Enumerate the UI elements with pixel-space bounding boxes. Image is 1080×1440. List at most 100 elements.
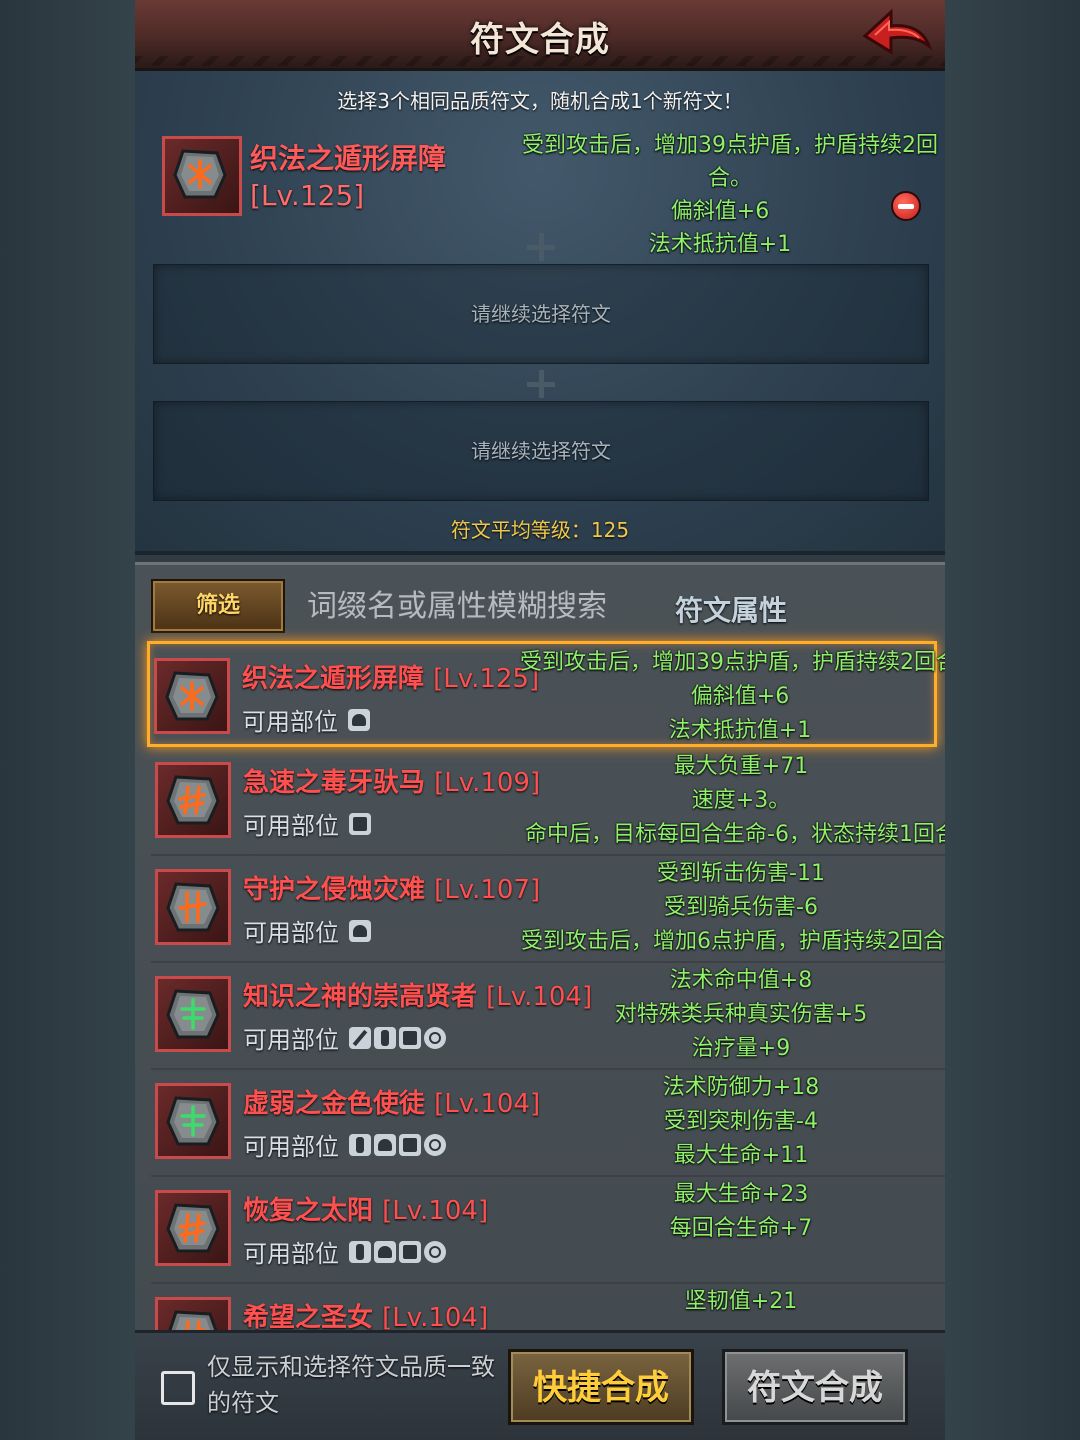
filter-button[interactable]: 筛选 [151, 579, 285, 633]
slot-helm-icon [374, 1240, 396, 1263]
rune-name: 希望之圣女 [243, 1303, 374, 1333]
selected-rune-attr: 偏斜值+6 [670, 199, 770, 224]
rune-icon [155, 1190, 231, 1266]
bottom-bar: 仅显示和选择符文品质一致的符文 快捷合成 符文合成 [135, 1330, 945, 1440]
rune-star-icon [165, 671, 219, 721]
empty-rune-slot[interactable]: 请继续选择符文 [153, 264, 929, 364]
rune-attribute: 最大负重+71 [673, 754, 809, 779]
rune-name: 急速之毒牙驮马 [243, 768, 426, 798]
rune-attributes: 最大负重+71 速度+3。 命中后，目标每回合生命-6，状态持续1回合 [521, 750, 945, 852]
rune-hash-icon [166, 882, 220, 932]
slot-armor-icon [399, 1240, 421, 1263]
rune-name: 虚弱之金色使徒 [243, 1089, 426, 1119]
rune-attribute: 每回合生命+7 [669, 1216, 813, 1241]
rune-list-row[interactable]: 急速之毒牙驮马 [Lv.109] 可用部位 最大负重+71 速度+3。 命中后，目标… [151, 748, 945, 856]
slot-helm-icon [349, 919, 371, 942]
rune-cross-icon [166, 1096, 220, 1146]
back-button[interactable] [861, 6, 933, 62]
slot-label: 可用部位 [243, 1026, 339, 1054]
rune-title: 希望之圣女 [Lv.104] [243, 1297, 488, 1333]
rune-attributes: 坚韧值+21 [521, 1285, 945, 1319]
rune-attribute: 最大生命+11 [673, 1143, 809, 1168]
rune-attribute: 最大生命+23 [673, 1182, 809, 1207]
attributes-header: 符文属性 [675, 594, 788, 627]
rune-attributes: 法术防御力+18 受到突刺伤害-4 最大生命+11 [521, 1071, 945, 1173]
empty-slot-text: 请继续选择符文 [471, 439, 611, 463]
average-level: 符文平均等级：125 [450, 518, 630, 542]
slot-helm-icon [348, 708, 370, 731]
slot-label: 可用部位 [243, 1240, 339, 1268]
rune-slots: 可用部位 [242, 702, 373, 737]
slot-label: 可用部位 [243, 812, 339, 840]
rune-icon [155, 762, 231, 838]
rune-attributes: 法术命中值+8 对特殊类兵种真实伤害+5 治疗量+9 [521, 964, 945, 1066]
rune-icon [155, 976, 231, 1052]
rune-title: 织法之遁形屏障 [Lv.125] [242, 658, 539, 695]
rune-level: [Lv.104] [382, 1196, 489, 1226]
rune-icon [155, 869, 231, 945]
rune-icon [155, 1297, 231, 1333]
rune-attributes: 受到斩击伤害-11 受到骑兵伤害-6 受到攻击后，增加6点护盾，护盾持续2回合。 [521, 857, 945, 959]
rune-title: 虚弱之金色使徒 [Lv.104] [243, 1083, 540, 1120]
rune-attribute: 受到斩击伤害-11 [657, 861, 825, 886]
rune-synth-button[interactable]: 符文合成 [722, 1349, 908, 1425]
search-input[interactable] [295, 579, 645, 633]
synthesis-panel: 选择3个相同品质符文，随机合成1个新符文！ 织法之遁形屏障 [Lv.125] 受… [135, 71, 945, 555]
rune-name: 织法之遁形屏障 [242, 664, 425, 694]
background-left [0, 0, 135, 1440]
slot-shield-icon [424, 1133, 446, 1156]
rune-list-row[interactable]: 织法之遁形屏障 [Lv.125] 可用部位 受到攻击后，增加39点护盾，护盾持续… [147, 641, 945, 747]
rune-list-row[interactable]: 知识之神的崇高贤者 [Lv.104] 可用部位 法术命中值+8 对特殊类兵种真实伤… [151, 962, 945, 1070]
rune-list-panel: 筛选 符文属性 织法之遁形屏障 [Lv.125] 可用部位 受到攻击后，增加39… [135, 562, 945, 1333]
rune-slots: 可用部位 [243, 1020, 449, 1055]
rune-title: 恢复之太阳 [Lv.104] [243, 1190, 488, 1227]
rune-slots: 可用部位 [243, 1234, 449, 1269]
rune-list-row[interactable]: 守护之侵蚀灾难 [Lv.107] 可用部位 受到斩击伤害-11 受到骑兵伤害-6 受… [151, 855, 945, 963]
remove-rune-button[interactable] [891, 191, 921, 221]
background-right [945, 0, 1080, 1440]
selected-rune-attr: 法术抵抗值+1 [648, 232, 792, 257]
selected-rune-slot[interactable] [162, 136, 242, 216]
back-arrow-icon [862, 8, 933, 55]
page-title: 符文合成 [470, 20, 610, 60]
selected-rune-attr: 受到攻击后，增加39点护盾，护盾持续2回合。 [522, 133, 938, 191]
empty-rune-slot[interactable]: 请继续选择符文 [153, 401, 929, 501]
rune-icon [155, 1083, 231, 1159]
plus-icon [527, 233, 555, 261]
rune-list-row[interactable]: 恢复之太阳 [Lv.104] 可用部位 最大生命+23 每回合生命+7 [151, 1176, 945, 1284]
rune-attribute: 治疗量+9 [691, 1036, 791, 1061]
same-quality-label: 仅显示和选择符文品质一致的符文 [207, 1353, 495, 1417]
rune-attribute: 受到攻击后，增加39点护盾，护盾持续2回合。 [520, 650, 945, 675]
slot-leg-icon [349, 1133, 371, 1156]
rune-attribute: 对特殊类兵种真实伤害+5 [614, 1002, 868, 1027]
rune-icon [154, 658, 230, 734]
rune-list-row[interactable]: 虚弱之金色使徒 [Lv.104] 可用部位 法术防御力+18 受到突刺伤害-4 最大… [151, 1069, 945, 1177]
rune-attribute: 受到骑兵伤害-6 [664, 895, 818, 920]
rune-attribute: 法术抵抗值+1 [668, 718, 812, 743]
rune-attribute: 法术命中值+8 [669, 968, 813, 993]
rune-attribute: 受到攻击后，增加6点护盾，护盾持续2回合。 [521, 929, 945, 954]
slot-armor-icon [399, 1026, 421, 1049]
rune-hash-icon [166, 775, 220, 825]
same-quality-checkbox[interactable] [161, 1371, 195, 1405]
rune-name: 守护之侵蚀灾难 [243, 875, 426, 905]
rune-attributes: 受到攻击后，增加39点护盾，护盾持续2回合。 偏斜值+6 法术抵抗值+1 [520, 646, 945, 748]
slot-label: 可用部位 [243, 1133, 339, 1161]
rune-level: [Lv.104] [382, 1303, 489, 1333]
rune-slots: 可用部位 [243, 1127, 449, 1162]
rune-cross-icon [166, 989, 220, 1039]
selected-rune-level: [Lv.125] [250, 179, 365, 212]
rune-synthesis-window: 符文合成 选择3个相同品质符文，随机合成1个新符文！ 织法之遁形屏障 [Lv.1… [135, 0, 945, 1440]
slot-armor-icon [349, 812, 371, 835]
rune-title: 守护之侵蚀灾难 [Lv.107] [243, 869, 540, 906]
empty-slot-text: 请继续选择符文 [471, 302, 611, 326]
quick-synth-button[interactable]: 快捷合成 [508, 1349, 694, 1425]
selected-rune-attributes: 受到攻击后，增加39点护盾，护盾持续2回合。 偏斜值+6 法术抵抗值+1 [495, 129, 945, 261]
rune-list-row[interactable]: 希望之圣女 [Lv.104] 可用部位 坚韧值+21 [151, 1283, 945, 1333]
rune-star-icon [173, 149, 227, 199]
slot-shield-icon [424, 1240, 446, 1263]
rune-attributes: 最大生命+23 每回合生命+7 [521, 1178, 945, 1246]
rune-attribute: 受到突刺伤害-4 [664, 1109, 818, 1134]
slot-helm-icon [374, 1133, 396, 1156]
slot-armor-icon [399, 1133, 421, 1156]
